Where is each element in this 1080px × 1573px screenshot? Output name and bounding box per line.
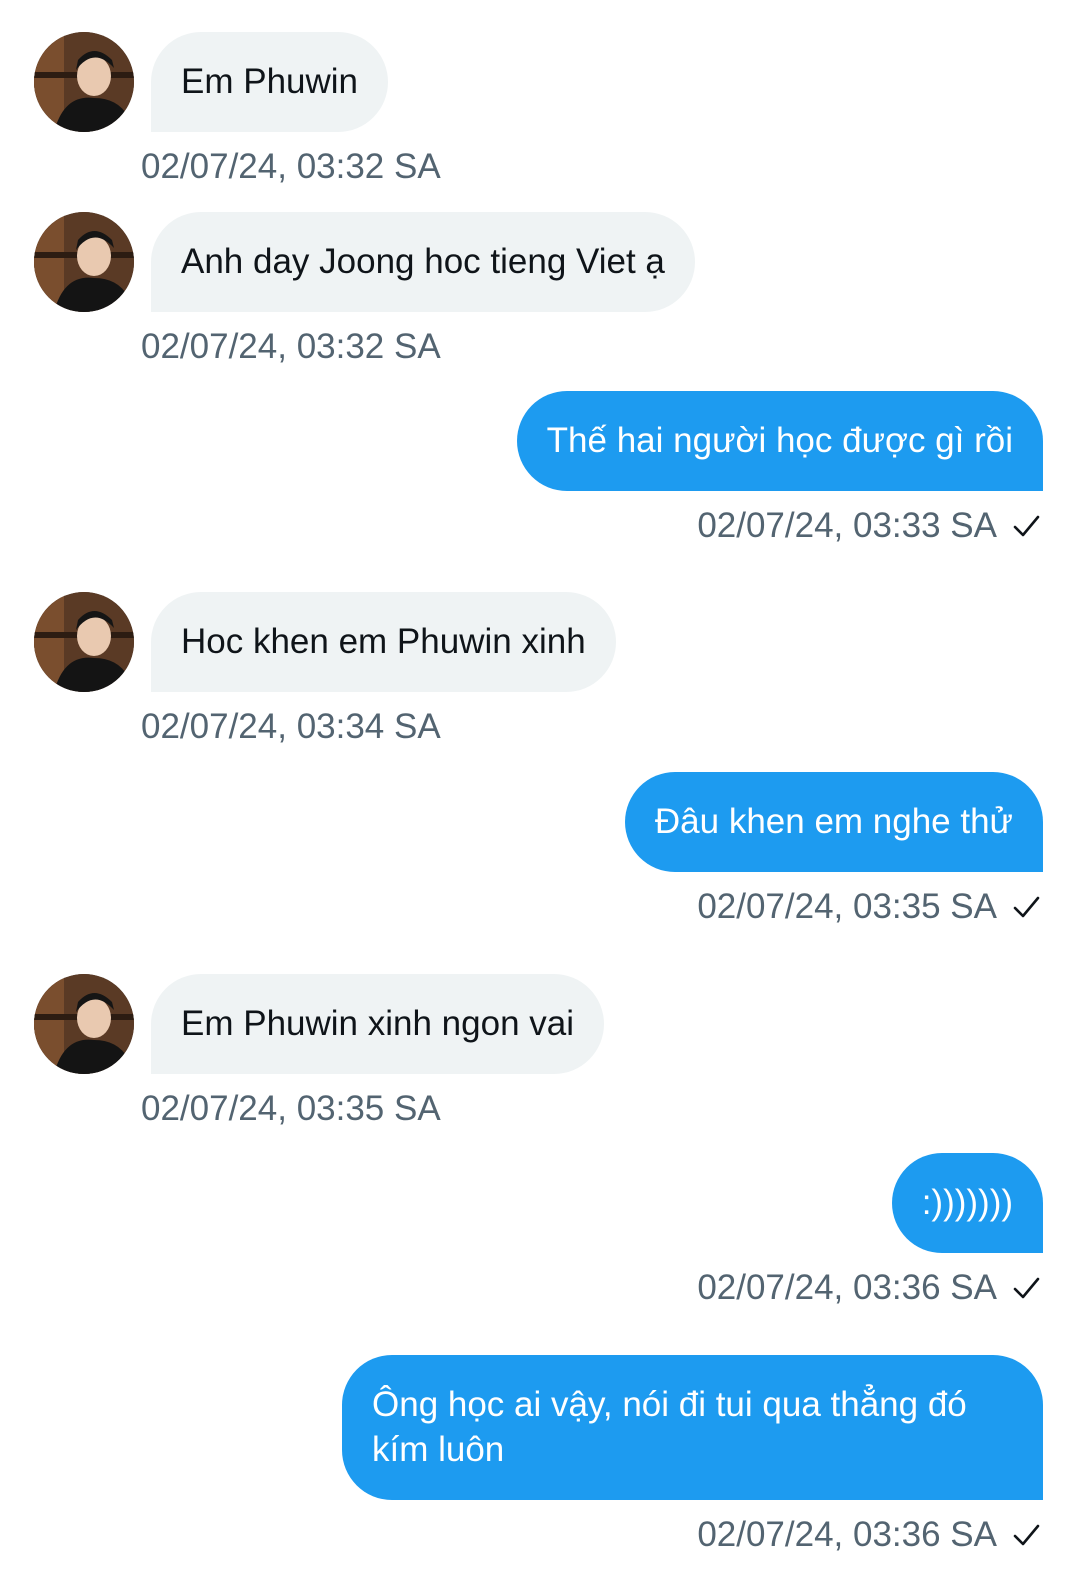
message-timestamp: 02/07/24, 03:36 SA	[697, 1268, 997, 1307]
message-bubble-incoming[interactable]: Anh day Joong hoc tieng Viet ạ	[151, 212, 695, 312]
avatar-photo-icon	[34, 592, 134, 692]
sender-avatar[interactable]	[34, 592, 134, 692]
sender-avatar[interactable]	[34, 974, 134, 1074]
message-timestamp: 02/07/24, 03:35 SA	[141, 1089, 441, 1128]
message-bubble-outgoing[interactable]: Đâu khen em nghe thử	[624, 772, 1043, 872]
checkmark-icon	[1013, 515, 1040, 537]
checkmark-icon	[1013, 1524, 1040, 1546]
message-timestamp: 02/07/24, 03:32 SA	[141, 327, 441, 366]
message-timestamp: 02/07/24, 03:32 SA	[141, 147, 441, 186]
message-bubble-incoming[interactable]: Em Phuwin xinh ngon vai	[151, 974, 604, 1074]
avatar-photo-icon	[34, 974, 134, 1074]
message-text: Ông học ai vậy, nói đi tui qua thẳng đó …	[372, 1385, 967, 1469]
checkmark-icon	[1013, 1277, 1040, 1299]
message-meta: 02/07/24, 03:35 SA	[697, 887, 1041, 927]
message-text: Hoc khen em Phuwin xinh	[181, 622, 586, 661]
message-timestamp: 02/07/24, 03:33 SA	[697, 506, 997, 545]
message-meta: 02/07/24, 03:33 SA	[697, 506, 1041, 546]
message-bubble-outgoing[interactable]: Thế hai người học được gì rồi	[516, 391, 1043, 491]
message-text: :)))))))	[921, 1183, 1013, 1222]
message-bubble-outgoing[interactable]: Ông học ai vậy, nói đi tui qua thẳng đó …	[342, 1355, 1043, 1500]
message-timestamp: 02/07/24, 03:34 SA	[141, 707, 441, 746]
message-bubble-outgoing[interactable]: :)))))))	[891, 1153, 1043, 1253]
checkmark-icon	[1013, 896, 1040, 918]
message-timestamp: 02/07/24, 03:36 SA	[697, 1515, 997, 1554]
message-text: Đâu khen em nghe thử	[654, 802, 1013, 841]
message-text: Em Phuwin	[181, 62, 359, 101]
message-timestamp: 02/07/24, 03:35 SA	[697, 887, 997, 926]
message-meta: 02/07/24, 03:36 SA	[697, 1515, 1041, 1555]
avatar-photo-icon	[34, 32, 134, 132]
message-bubble-incoming[interactable]: Hoc khen em Phuwin xinh	[151, 592, 616, 692]
sender-avatar[interactable]	[34, 32, 134, 132]
message-bubble-incoming[interactable]: Em Phuwin	[151, 32, 389, 132]
sender-avatar[interactable]	[34, 212, 134, 312]
message-meta: 02/07/24, 03:36 SA	[697, 1268, 1041, 1308]
message-text: Anh day Joong hoc tieng Viet ạ	[181, 242, 665, 281]
message-text: Thế hai người học được gì rồi	[546, 421, 1013, 460]
avatar-photo-icon	[34, 212, 134, 312]
message-text: Em Phuwin xinh ngon vai	[181, 1004, 574, 1043]
